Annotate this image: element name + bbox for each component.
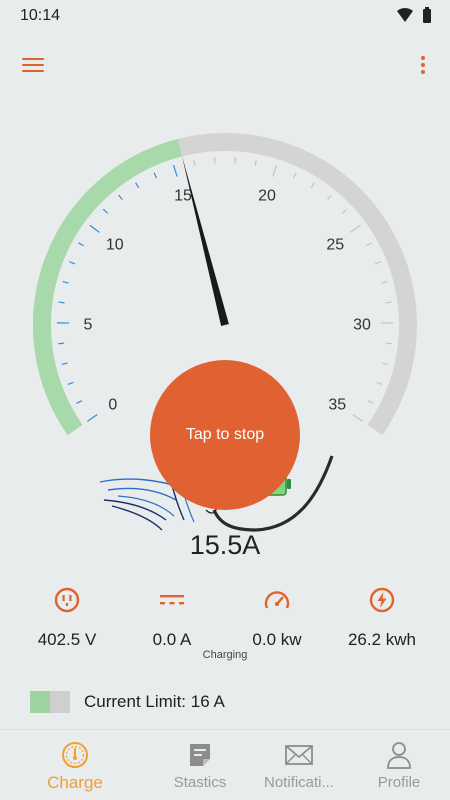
gauge-tick-label: 0 (108, 397, 117, 414)
more-vertical-icon[interactable] (418, 54, 428, 78)
current-stat: 0.0 A (117, 584, 227, 650)
gauge-tick (78, 242, 84, 247)
gauge-tick (352, 413, 363, 422)
gauge-tick (57, 342, 65, 345)
person-icon (387, 742, 411, 769)
bolt-icon (369, 587, 395, 613)
gauge-tick (102, 208, 109, 214)
gauge-tick (350, 224, 361, 233)
gauge-tick (381, 280, 388, 284)
gauge-tick-label: 5 (84, 316, 93, 333)
energy-value: 26.2 kwh (347, 630, 417, 649)
power-stat: 0.0 kw (222, 584, 332, 650)
gauge-tick (385, 301, 392, 304)
gauge-tick (135, 182, 140, 189)
gauge-tick-label: 10 (106, 237, 124, 254)
current-gauge: 0 5 10 15 20 25 30 35 Tap to stop 15.5A … (0, 110, 450, 661)
voltage-stat: 402.5 V (12, 584, 122, 650)
gauge-tick-label: 20 (258, 188, 276, 205)
gauge-tick (87, 413, 98, 422)
gauge-tick-label: 35 (328, 397, 346, 414)
gauge-tick (76, 400, 83, 405)
gauge-tick (341, 208, 348, 214)
gauge-tick (193, 159, 196, 166)
nav-label-charge: Charge (47, 773, 103, 792)
voltage-value: 402.5 V (37, 630, 97, 649)
gauge-tick (89, 224, 100, 233)
status-time: 10:14 (20, 7, 61, 24)
mail-icon (285, 745, 313, 765)
gauge-tick-label: 15 (174, 188, 192, 205)
nav-item-statistics[interactable]: Stastics (144, 740, 256, 791)
gauge-tick (292, 172, 297, 179)
dc-current-icon (160, 595, 184, 605)
gauge-tick (254, 159, 257, 166)
current-reading: 15.5A (189, 530, 261, 560)
gauge-tick (374, 261, 381, 265)
gauge-tick (382, 362, 389, 366)
current-limit-bar (30, 691, 70, 713)
battery-icon (423, 7, 431, 23)
gauge-tick (172, 164, 178, 177)
gauge-tick (327, 194, 332, 200)
nav-item-notifications[interactable]: Notificati... (243, 740, 355, 791)
gauge-tick-label: 25 (326, 237, 344, 254)
gauge-icon (62, 742, 88, 768)
nav-label-notifications: Notificati... (263, 774, 335, 791)
gauge-fill (33, 138, 183, 436)
wifi-icon (397, 7, 413, 22)
stats-row: 402.5 V 0.0 A 0.0 kw 26.2 kwh (0, 584, 450, 664)
bottom-navigation: Charge Stastics Notificati... Profile (0, 729, 450, 800)
gauge-tick (61, 362, 68, 366)
gauge-tick (153, 172, 158, 179)
gauge-tick (367, 400, 374, 405)
status-icons (396, 7, 432, 23)
gauge-tick-label: 30 (353, 316, 371, 333)
tap-to-stop-button[interactable]: Tap to stop (150, 360, 300, 510)
gauge-tick (366, 242, 372, 247)
nav-item-charge[interactable]: Charge (19, 740, 131, 793)
gauge-tick (272, 164, 278, 177)
gauge-tick (310, 182, 315, 189)
gauge-tick (385, 342, 393, 345)
current-value: 0.0 A (152, 630, 192, 649)
nav-label-profile: Profile (377, 774, 421, 791)
hamburger-menu-icon[interactable] (22, 54, 48, 76)
nav-label-statistics: Stastics (173, 774, 227, 791)
outlet-icon (54, 587, 80, 613)
current-limit-row[interactable]: Current Limit: 16 A (30, 690, 225, 714)
current-limit-text: Current Limit: 16 A (84, 692, 225, 711)
gauge-tick (67, 381, 74, 385)
gauge-needle (181, 155, 229, 326)
note-icon (190, 744, 210, 766)
energy-stat: 26.2 kwh (327, 584, 437, 650)
app-bar (0, 44, 450, 88)
power-value: 0.0 kw (252, 630, 302, 649)
speedometer-icon (264, 591, 290, 609)
status-bar: 10:14 (0, 0, 450, 32)
gauge-tick (58, 301, 65, 304)
gauge-tick (376, 381, 383, 385)
gauge-tick (118, 194, 123, 200)
gauge-tick (69, 261, 76, 265)
gauge-tick (62, 280, 69, 284)
nav-item-profile[interactable]: Profile (343, 740, 450, 791)
